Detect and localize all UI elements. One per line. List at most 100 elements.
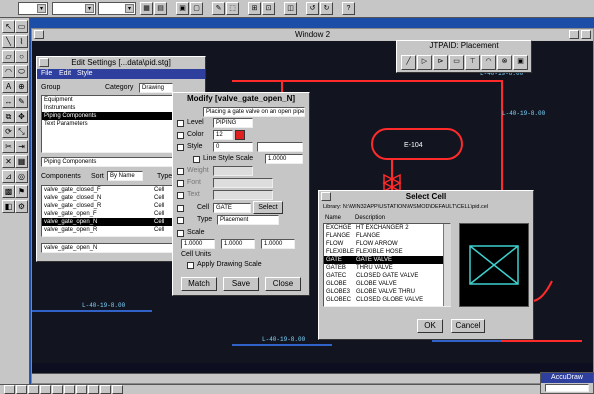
color-combo[interactable]: ▾ xyxy=(52,2,96,15)
table-row[interactable]: GATE GATE VALVE xyxy=(324,256,450,264)
circle-icon[interactable]: ○ xyxy=(15,50,28,63)
placement-tool-2[interactable]: ▷ xyxy=(417,55,432,70)
text-checkbox[interactable] xyxy=(177,192,184,199)
tool-button-5[interactable]: ✎ xyxy=(212,2,225,15)
table-row[interactable]: GLOBEC CLOSED GLOBE VALVE xyxy=(324,296,450,304)
table-row[interactable]: FLANGE FLANGE xyxy=(324,232,450,240)
scale-icon[interactable]: ⤡ xyxy=(15,125,28,138)
view-tool-8[interactable] xyxy=(88,385,99,394)
tool-button-10[interactable]: ↺ xyxy=(306,2,319,15)
tool-button-11[interactable]: ↻ xyxy=(320,2,333,15)
view-tool-10[interactable] xyxy=(112,385,123,394)
modify-icon[interactable]: ✎ xyxy=(15,95,28,108)
pattern-icon[interactable]: ▩ xyxy=(2,185,15,198)
font-checkbox[interactable] xyxy=(177,180,184,187)
list-item[interactable]: Text Parameters xyxy=(42,120,174,128)
placement-tool-1[interactable]: ╱ xyxy=(401,55,416,70)
cell-checkbox[interactable] xyxy=(177,205,184,212)
level-field[interactable]: PIPING xyxy=(213,118,253,128)
match-button[interactable]: Match xyxy=(181,277,217,291)
scale-checkbox[interactable] xyxy=(177,230,184,237)
maximize-icon[interactable] xyxy=(581,30,591,39)
accudraw-field[interactable] xyxy=(545,384,589,392)
group-icon[interactable]: ▦ xyxy=(15,155,28,168)
line-style-scale-field[interactable]: 1.0000 xyxy=(265,154,303,164)
copy-icon[interactable]: ⧉ xyxy=(2,110,15,123)
menu-file[interactable]: File xyxy=(41,70,52,77)
text-icon[interactable]: A xyxy=(2,80,15,93)
tool-button-9[interactable]: ◫ xyxy=(284,2,297,15)
measure-icon[interactable]: ⊿ xyxy=(2,170,15,183)
level-checkbox[interactable] xyxy=(177,120,184,127)
tool-button-8[interactable]: ⊡ xyxy=(262,2,275,15)
table-row[interactable]: valve_gate_closed_F Cell xyxy=(42,186,174,194)
sort-select[interactable]: By Name xyxy=(107,171,143,181)
style-combo[interactable]: ▾ xyxy=(98,2,136,15)
view-tool-5[interactable] xyxy=(52,385,63,394)
dialog-menu-icon[interactable] xyxy=(321,192,331,201)
tool-button-7[interactable]: ⊞ xyxy=(248,2,261,15)
table-row[interactable]: valve_gate_open_N Cell xyxy=(42,218,174,226)
arc-icon[interactable]: ◠ xyxy=(2,65,15,78)
weight-field[interactable] xyxy=(213,166,253,176)
reference-icon[interactable]: ◧ xyxy=(2,200,15,213)
font-field[interactable] xyxy=(213,178,273,188)
polyline-icon[interactable]: ⌇ xyxy=(15,35,28,48)
save-button[interactable]: Save xyxy=(223,277,259,291)
placement-tool-8[interactable]: ▣ xyxy=(513,55,528,70)
list-item[interactable]: Piping Components xyxy=(42,112,174,120)
view-tool-4[interactable] xyxy=(40,385,51,394)
components-list[interactable]: valve_gate_closed_F Cell valve_gate_close… xyxy=(41,185,175,237)
component-field[interactable]: valve_gate_open_N xyxy=(41,243,175,253)
menu-style[interactable]: Style xyxy=(77,70,93,77)
line-style-scale-checkbox[interactable] xyxy=(193,156,200,163)
line-icon[interactable]: ╲ xyxy=(2,35,15,48)
group-list[interactable]: Equipment Instruments Piping Components … xyxy=(41,95,175,153)
dialog-menu-icon[interactable] xyxy=(39,58,49,67)
trim-icon[interactable]: ✂ xyxy=(2,140,15,153)
weight-checkbox[interactable] xyxy=(177,168,184,175)
tool-button-2[interactable]: ▤ xyxy=(154,2,167,15)
scale-y-field[interactable]: 1.0000 xyxy=(221,239,255,249)
select-arrow-icon[interactable]: ↖ xyxy=(2,20,15,33)
fence-icon[interactable]: ▭ xyxy=(15,20,28,33)
category-select[interactable]: Drawing xyxy=(139,83,173,93)
extend-icon[interactable]: ⇥ xyxy=(15,140,28,153)
rotate-icon[interactable]: ⟳ xyxy=(2,125,15,138)
shape-icon[interactable]: ▱ xyxy=(2,50,15,63)
table-row[interactable]: FLOW FLOW ARROW xyxy=(324,240,450,248)
table-row[interactable]: GLOBE GLOBE VALVE xyxy=(324,280,450,288)
scale-x-field[interactable]: 1.0000 xyxy=(181,239,215,249)
tool-button-3[interactable]: ▣ xyxy=(176,2,189,15)
type-checkbox[interactable] xyxy=(177,217,184,224)
view-tool-7[interactable] xyxy=(76,385,87,394)
cell-field[interactable]: GATE xyxy=(213,203,251,213)
scale-z-field[interactable]: 1.0000 xyxy=(261,239,295,249)
window-menu-icon[interactable] xyxy=(34,30,44,39)
snap-icon[interactable]: ◎ xyxy=(15,170,28,183)
placement-tool-7[interactable]: ⊗ xyxy=(497,55,512,70)
cell-icon[interactable]: ⊕ xyxy=(15,80,28,93)
view-tool-6[interactable] xyxy=(64,385,75,394)
placement-tool-5[interactable]: ⊤ xyxy=(465,55,480,70)
view-tool-2[interactable] xyxy=(16,385,27,394)
placement-tool-6[interactable]: ◠ xyxy=(481,55,496,70)
view-tool-3[interactable] xyxy=(28,385,39,394)
dimension-icon[interactable]: ↔ xyxy=(2,95,15,108)
level-combo[interactable]: ▾ xyxy=(18,2,48,15)
table-row[interactable]: EXCHGE HT EXCHANGER 2 xyxy=(324,224,450,232)
color-checkbox[interactable] xyxy=(177,132,184,139)
table-row[interactable]: valve_gate_open_F Cell xyxy=(42,210,174,218)
tool-button-1[interactable]: ▦ xyxy=(140,2,153,15)
group-field[interactable]: Piping Components xyxy=(41,157,175,167)
tool-button-6[interactable]: ⬚ xyxy=(226,2,239,15)
text-field[interactable] xyxy=(213,190,273,200)
placement-tool-4[interactable]: ▭ xyxy=(449,55,464,70)
menu-edit[interactable]: Edit xyxy=(59,70,71,77)
cancel-button[interactable]: Cancel xyxy=(451,319,485,333)
table-row[interactable]: valve_gate_open_R Cell xyxy=(42,226,174,234)
table-row[interactable]: GATEB THRU VALVE xyxy=(324,264,450,272)
move-icon[interactable]: ✥ xyxy=(15,110,28,123)
list-item[interactable]: Equipment xyxy=(42,96,174,104)
settings-icon[interactable]: ⚙ xyxy=(15,200,28,213)
